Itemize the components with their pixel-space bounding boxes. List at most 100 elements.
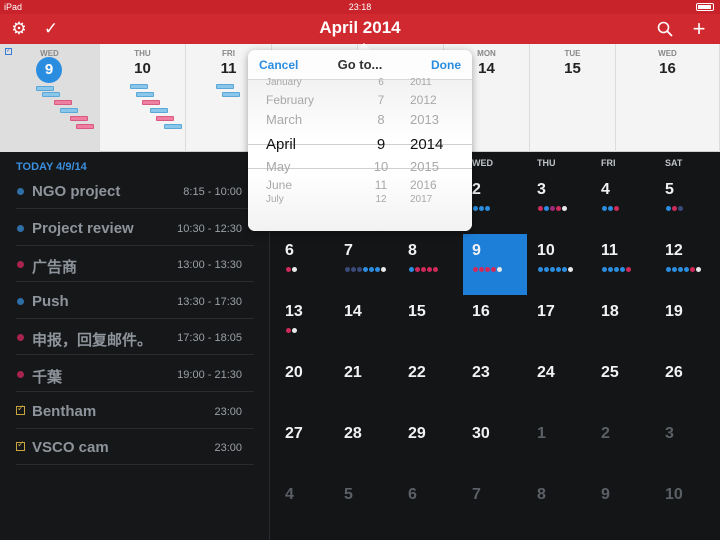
month-day-cell[interactable]: 11 — [592, 234, 656, 295]
month-day-cell[interactable]: 23 — [463, 356, 527, 417]
picker-row[interactable]: April 9 2014 — [248, 136, 472, 158]
picker-day: 10 — [373, 159, 389, 174]
event-dot — [415, 267, 420, 272]
event-dots — [666, 267, 702, 273]
week-event-bar[interactable] — [130, 84, 148, 89]
week-event-bar[interactable] — [70, 116, 88, 121]
week-event-bar[interactable] — [36, 86, 54, 91]
day-number: 13 — [285, 303, 303, 320]
day-number: 16 — [472, 303, 490, 320]
month-title[interactable]: April 2014 — [0, 18, 720, 38]
event-title: VSCO cam — [32, 439, 109, 457]
day-number: 3 — [537, 181, 546, 198]
month-day-cell[interactable]: 12 — [656, 234, 720, 295]
day-number: 4 — [285, 486, 294, 503]
agenda-event[interactable]: 千葉 19:00 - 21:30 — [16, 356, 254, 392]
month-day-cell[interactable]: 10 — [528, 234, 592, 295]
picker-month: June — [266, 178, 293, 192]
picker-year: 2017 — [410, 194, 433, 205]
month-day-cell[interactable]: 5 — [656, 173, 720, 234]
month-day-cell[interactable]: 17 — [528, 295, 592, 356]
month-day-cell[interactable]: 6 — [276, 234, 340, 295]
day-number: 6 — [285, 242, 294, 259]
month-day-cell[interactable]: 9 — [463, 234, 527, 295]
event-dot — [473, 267, 478, 272]
month-day-cell[interactable]: 24 — [528, 356, 592, 417]
task-checkbox-icon[interactable] — [16, 403, 25, 415]
month-day-cell[interactable]: 25 — [592, 356, 656, 417]
done-button[interactable]: Done — [431, 58, 461, 72]
event-time: 8:15 - 10:00 — [183, 186, 242, 198]
week-event-bar[interactable] — [164, 124, 182, 129]
week-event-bar[interactable] — [54, 100, 72, 105]
month-day-cell[interactable]: 3 — [656, 417, 720, 478]
month-day-cell[interactable]: 26 — [656, 356, 720, 417]
month-day-cell[interactable]: 28 — [335, 417, 399, 478]
month-day-cell[interactable]: 22 — [399, 356, 463, 417]
day-number: 30 — [472, 425, 490, 442]
month-day-cell[interactable]: 27 — [276, 417, 340, 478]
picker-day: 11 — [374, 178, 388, 192]
week-day-7[interactable]: WED 16 — [616, 44, 720, 152]
agenda-event[interactable]: 广告商 13:00 - 13:30 — [16, 246, 254, 283]
event-dot — [375, 267, 380, 272]
month-day-cell[interactable]: 3 — [528, 173, 592, 234]
month-day-cell[interactable]: 5 — [335, 478, 399, 539]
week-event-bar[interactable] — [60, 108, 78, 113]
agenda-event[interactable]: Push 13:30 - 17:30 — [16, 283, 254, 319]
event-dot — [614, 206, 619, 211]
search-icon[interactable] — [654, 18, 676, 40]
agenda-event[interactable]: NGO project 8:15 - 10:00 — [16, 173, 254, 209]
agenda-event[interactable]: Project review 10:30 - 12:30 — [16, 210, 254, 246]
month-day-cell[interactable]: 21 — [335, 356, 399, 417]
month-day-cell[interactable]: 18 — [592, 295, 656, 356]
month-day-cell[interactable]: 4 — [276, 478, 340, 539]
month-day-cell[interactable]: 8 — [399, 234, 463, 295]
picker-month: February — [266, 93, 315, 107]
month-day-cell[interactable]: 30 — [463, 417, 527, 478]
week-event-bar[interactable] — [136, 92, 154, 97]
week-day-6[interactable]: TUE 15 — [530, 44, 616, 152]
day-number: 17 — [537, 303, 555, 320]
event-dot — [690, 267, 695, 272]
calendar-color-dot — [17, 261, 24, 269]
week-event-bar[interactable] — [42, 92, 60, 97]
month-day-cell[interactable]: 13 — [276, 295, 340, 356]
month-day-cell[interactable]: 7 — [463, 478, 527, 539]
week-event-bar[interactable] — [216, 84, 234, 89]
month-day-cell[interactable]: 14 — [335, 295, 399, 356]
week-event-bar[interactable] — [76, 124, 94, 129]
agenda-event[interactable]: Bentham 23:00 — [16, 393, 254, 429]
week-event-bar[interactable] — [222, 92, 240, 97]
month-day-cell[interactable]: 20 — [276, 356, 340, 417]
month-day-cell[interactable]: 7 — [335, 234, 399, 295]
month-day-cell[interactable]: 2 — [592, 417, 656, 478]
month-day-cell[interactable]: 16 — [463, 295, 527, 356]
event-dot — [538, 206, 543, 211]
event-dot — [678, 206, 683, 211]
task-checkbox-icon[interactable] — [16, 439, 25, 452]
picker-row[interactable]: July 12 2017 — [248, 194, 472, 216]
month-day-cell[interactable]: 29 — [399, 417, 463, 478]
month-day-cell[interactable]: 8 — [528, 478, 592, 539]
month-day-cell[interactable]: 15 — [399, 295, 463, 356]
event-dots — [345, 267, 387, 273]
day-number: 7 — [344, 242, 353, 259]
month-day-cell[interactable]: 1 — [528, 417, 592, 478]
plus-icon[interactable]: + — [688, 18, 710, 40]
month-day-cell[interactable]: 19 — [656, 295, 720, 356]
week-event-bar[interactable] — [150, 108, 168, 113]
month-day-cell[interactable]: 9 — [592, 478, 656, 539]
month-day-cell[interactable]: 6 — [399, 478, 463, 539]
agenda-event[interactable]: 申报，回复邮件。 17:30 - 18:05 — [16, 319, 254, 356]
picker-row[interactable]: March 8 2013 — [248, 112, 472, 134]
week-event-bar[interactable] — [142, 100, 160, 105]
month-day-cell[interactable]: 4 — [592, 173, 656, 234]
week-day-1[interactable]: THU 10 — [100, 44, 186, 152]
agenda-event[interactable]: VSCO cam 23:00 — [16, 429, 254, 466]
month-day-cell[interactable]: 2 — [463, 173, 527, 234]
month-day-cell[interactable]: 10 — [656, 478, 720, 539]
date-picker[interactable]: January 6 2011 February 7 2012 March 8 2013 April… — [248, 77, 472, 231]
week-day-0[interactable]: WED ✓ 9 — [0, 44, 100, 152]
week-event-bar[interactable] — [156, 116, 174, 121]
